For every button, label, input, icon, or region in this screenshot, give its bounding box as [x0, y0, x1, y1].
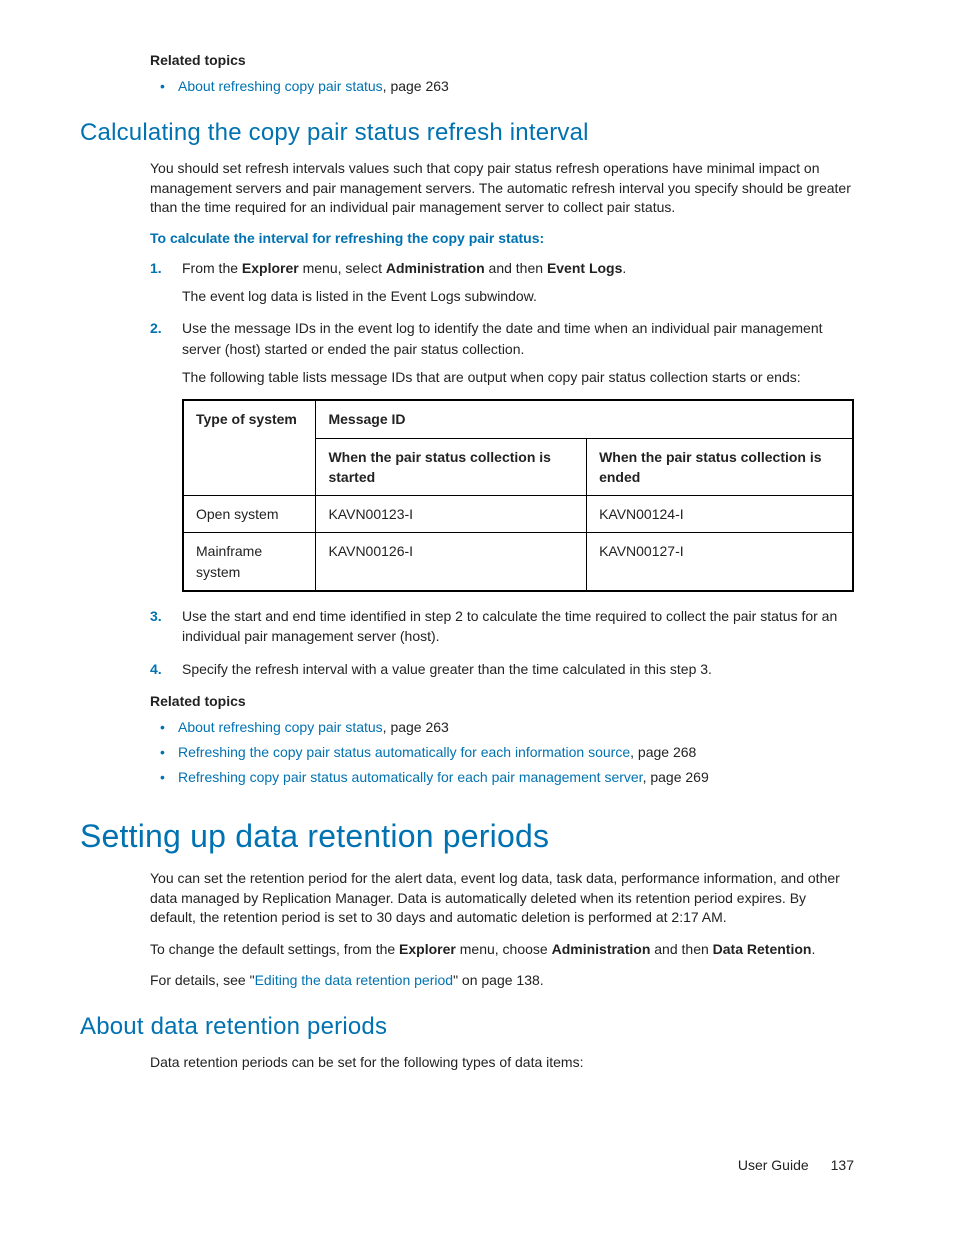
content-area: Related topics About refreshing copy pai…: [150, 52, 854, 1073]
body-text: To change the default settings, from the…: [150, 940, 854, 960]
th-type: Type of system: [183, 400, 316, 495]
section-heading-calculating: Calculating the copy pair status refresh…: [80, 119, 854, 147]
related-link[interactable]: About refreshing copy pair status: [178, 719, 383, 735]
related-item: About refreshing copy pair status, page …: [150, 76, 854, 97]
page-number: 137: [831, 1157, 854, 1173]
related-suffix: , page 269: [643, 769, 709, 785]
related-link[interactable]: Refreshing copy pair status automaticall…: [178, 769, 643, 785]
td-start: KAVN00123-I: [316, 496, 587, 533]
procedure-steps: From the Explorer menu, select Administr…: [150, 258, 854, 679]
body-text: For details, see "Editing the data reten…: [150, 971, 854, 991]
footer-label: User Guide: [738, 1157, 809, 1173]
related-suffix: , page 263: [383, 719, 449, 735]
message-id-table: Type of system Message ID When the pair …: [182, 399, 854, 592]
related-item: Refreshing copy pair status automaticall…: [150, 767, 854, 788]
th-msg: Message ID: [316, 400, 853, 438]
step-text: From the Explorer menu, select Administr…: [182, 260, 626, 276]
related-link[interactable]: Refreshing the copy pair status automati…: [178, 744, 630, 760]
body-text: You can set the retention period for the…: [150, 869, 854, 928]
section-heading-about-retention: About data retention periods: [80, 1013, 854, 1041]
step-subtext: The following table lists message IDs th…: [182, 367, 854, 387]
th-end: When the pair status collection is ended: [587, 438, 853, 496]
procedure-heading: To calculate the interval for refreshing…: [150, 230, 854, 246]
td-type: Open system: [183, 496, 316, 533]
related-topics-list: About refreshing copy pair status, page …: [150, 717, 854, 788]
related-suffix: , page 268: [630, 744, 696, 760]
section-heading-retention: Setting up data retention periods: [80, 818, 854, 855]
step-subtext: The event log data is listed in the Even…: [182, 286, 854, 306]
related-link[interactable]: About refreshing copy pair status: [178, 78, 383, 94]
td-end: KAVN00124-I: [587, 496, 853, 533]
page: Related topics About refreshing copy pai…: [0, 0, 954, 1235]
table-row: Mainframe system KAVN00126-I KAVN00127-I: [183, 533, 853, 591]
step-text: Specify the refresh interval with a valu…: [182, 661, 712, 677]
th-start: When the pair status collection is start…: [316, 438, 587, 496]
step-3: Use the start and end time identified in…: [150, 606, 854, 647]
related-item: Refreshing the copy pair status automati…: [150, 742, 854, 763]
step-1: From the Explorer menu, select Administr…: [150, 258, 854, 307]
step-4: Specify the refresh interval with a valu…: [150, 659, 854, 679]
related-suffix: , page 263: [383, 78, 449, 94]
page-footer: User Guide 137: [738, 1157, 854, 1173]
related-item: About refreshing copy pair status, page …: [150, 717, 854, 738]
td-type: Mainframe system: [183, 533, 316, 591]
related-topics-list: About refreshing copy pair status, page …: [150, 76, 854, 97]
table-row: Open system KAVN00123-I KAVN00124-I: [183, 496, 853, 533]
step-text: Use the message IDs in the event log to …: [182, 320, 823, 356]
td-end: KAVN00127-I: [587, 533, 853, 591]
body-text: Data retention periods can be set for th…: [150, 1053, 854, 1073]
related-topics-heading: Related topics: [150, 693, 854, 709]
related-topics-heading: Related topics: [150, 52, 854, 68]
td-start: KAVN00126-I: [316, 533, 587, 591]
step-text: Use the start and end time identified in…: [182, 608, 837, 644]
body-text: You should set refresh intervals values …: [150, 159, 854, 218]
inline-link[interactable]: Editing the data retention period: [255, 972, 453, 988]
step-2: Use the message IDs in the event log to …: [150, 318, 854, 592]
